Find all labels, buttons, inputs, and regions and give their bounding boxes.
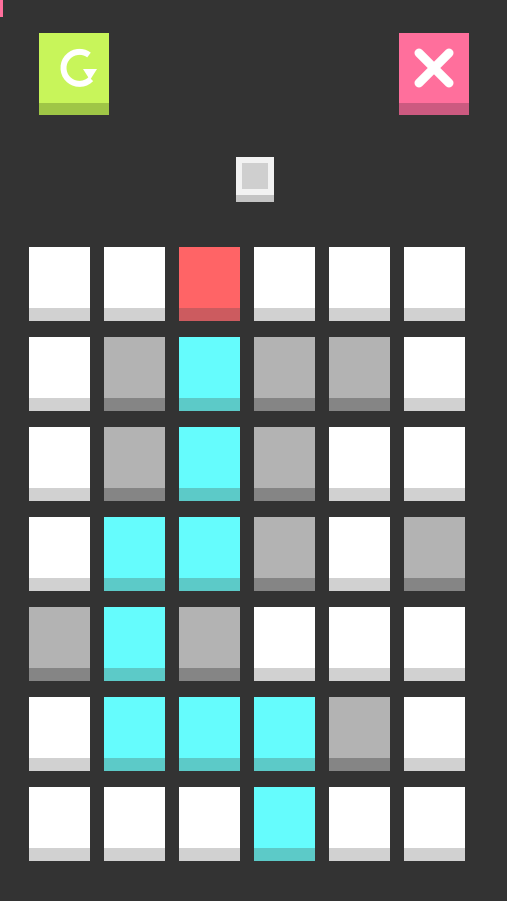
- tile-gray-r2c5[interactable]: [329, 337, 390, 411]
- restart-button[interactable]: [39, 33, 109, 115]
- tile-white-r1c6[interactable]: [404, 247, 465, 321]
- tile-white-r2c6[interactable]: [404, 337, 465, 411]
- tile-cyan-r5c2[interactable]: [104, 607, 165, 681]
- close-button[interactable]: [399, 33, 469, 115]
- tile-gray-r2c4[interactable]: [254, 337, 315, 411]
- tile-cyan-r3c3[interactable]: [179, 427, 240, 501]
- tile-white-r2c1[interactable]: [29, 337, 90, 411]
- tile-white-r7c6[interactable]: [404, 787, 465, 861]
- tile-white-r6c1[interactable]: [29, 697, 90, 771]
- tile-white-r1c4[interactable]: [254, 247, 315, 321]
- tile-gray-r6c5[interactable]: [329, 697, 390, 771]
- level-marker: [0, 0, 3, 17]
- tile-white-r3c1[interactable]: [29, 427, 90, 501]
- tile-white-r1c2[interactable]: [104, 247, 165, 321]
- tile-gray-r4c6[interactable]: [404, 517, 465, 591]
- tile-white-r4c1[interactable]: [29, 517, 90, 591]
- tile-cyan-r6c4[interactable]: [254, 697, 315, 771]
- tile-cyan-r4c2[interactable]: [104, 517, 165, 591]
- close-x-icon: [414, 48, 454, 88]
- tile-gray-r2c2[interactable]: [104, 337, 165, 411]
- tile-white-r7c2[interactable]: [104, 787, 165, 861]
- tile-cyan-r6c3[interactable]: [179, 697, 240, 771]
- tile-white-r3c6[interactable]: [404, 427, 465, 501]
- level-indicator: [236, 157, 274, 202]
- tile-white-r5c5[interactable]: [329, 607, 390, 681]
- game-board: [29, 247, 465, 861]
- tile-white-r5c4[interactable]: [254, 607, 315, 681]
- tile-cyan-r2c3[interactable]: [179, 337, 240, 411]
- tile-gray-r3c4[interactable]: [254, 427, 315, 501]
- tile-white-r7c1[interactable]: [29, 787, 90, 861]
- tile-cyan-r4c3[interactable]: [179, 517, 240, 591]
- tile-cyan-r6c2[interactable]: [104, 697, 165, 771]
- tile-red-r1c3[interactable]: [179, 247, 240, 321]
- tile-cyan-r7c4[interactable]: [254, 787, 315, 861]
- tile-white-r7c5[interactable]: [329, 787, 390, 861]
- tile-white-r5c6[interactable]: [404, 607, 465, 681]
- tile-white-r6c6[interactable]: [404, 697, 465, 771]
- tile-white-r1c1[interactable]: [29, 247, 90, 321]
- tile-white-r4c5[interactable]: [329, 517, 390, 591]
- tile-gray-r4c4[interactable]: [254, 517, 315, 591]
- tile-gray-r5c1[interactable]: [29, 607, 90, 681]
- tile-white-r1c5[interactable]: [329, 247, 390, 321]
- level-tile-icon: [242, 163, 268, 189]
- tile-gray-r5c3[interactable]: [179, 607, 240, 681]
- tile-gray-r3c2[interactable]: [104, 427, 165, 501]
- tile-white-r3c5[interactable]: [329, 427, 390, 501]
- tile-white-r7c3[interactable]: [179, 787, 240, 861]
- restart-arrow-icon: [60, 48, 97, 87]
